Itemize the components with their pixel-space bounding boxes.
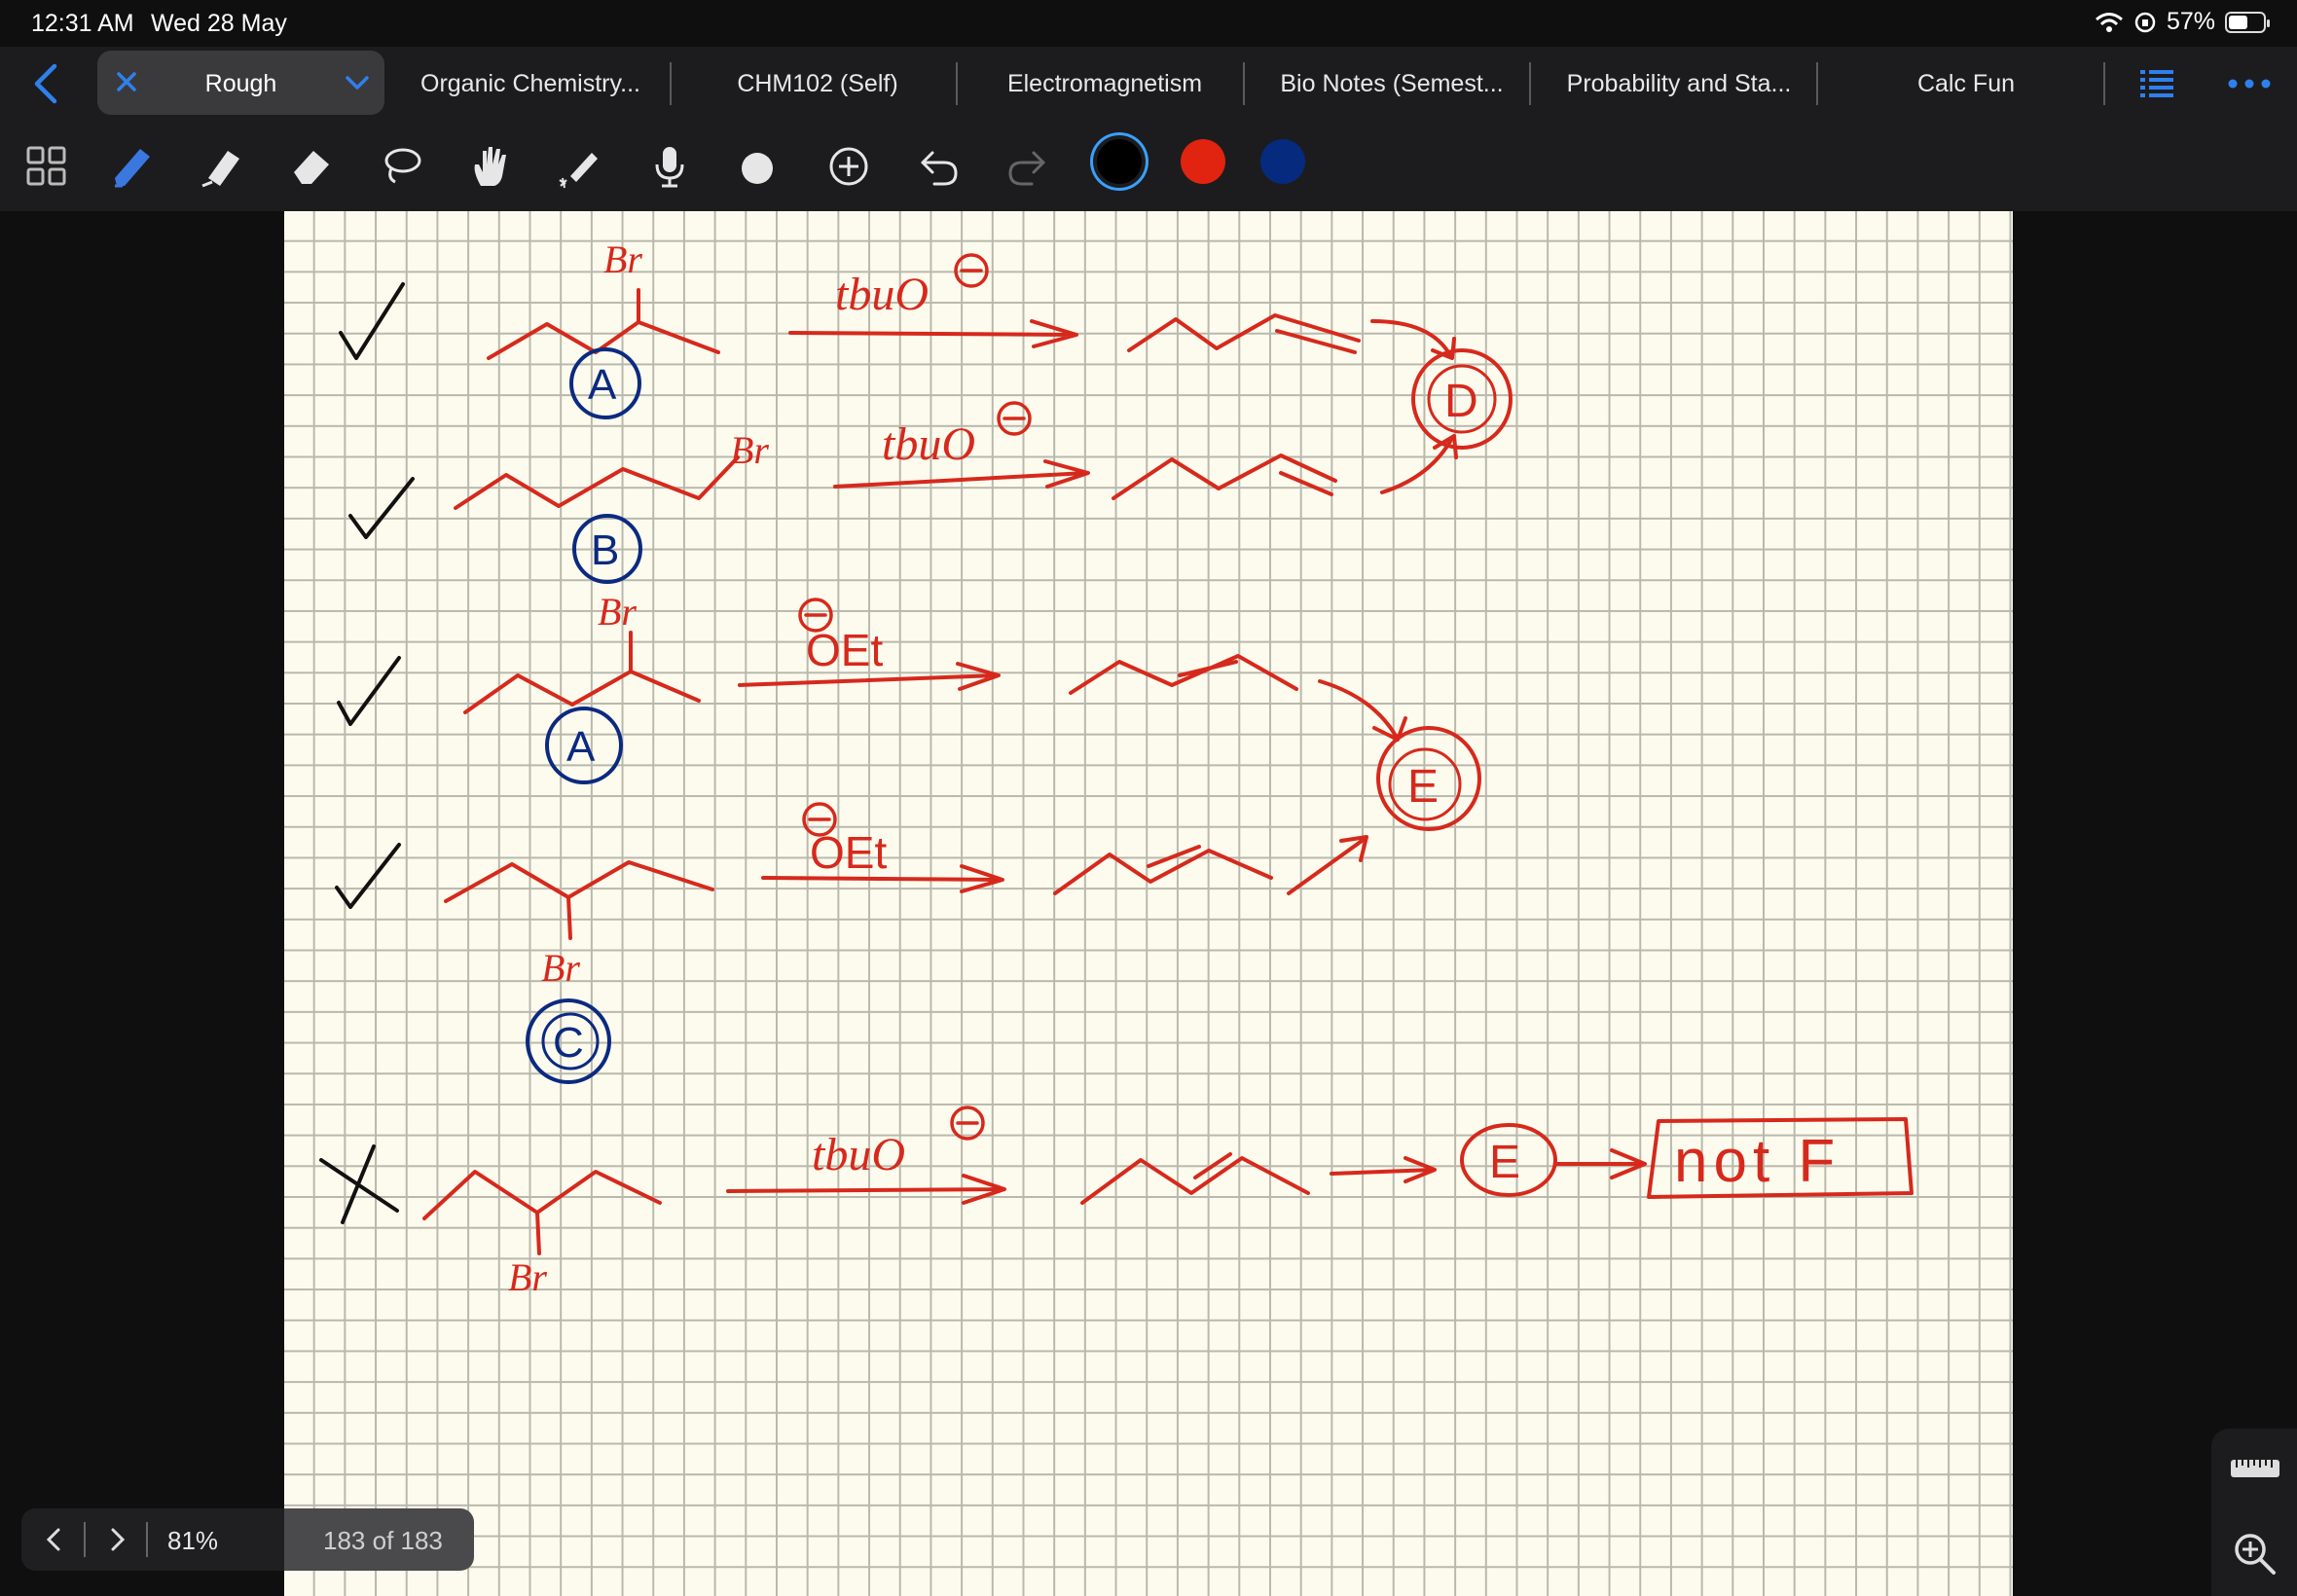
zoom-magnifier-icon[interactable]	[2231, 1530, 2278, 1577]
tab-active-rough[interactable]: Rough	[97, 51, 384, 115]
page-navigator: 81% 183 of 183	[21, 1508, 474, 1571]
status-time: 12:31 AM	[31, 10, 134, 37]
list-icon[interactable]	[2137, 64, 2176, 103]
highlighter-icon[interactable]	[199, 143, 245, 190]
tab-bio-notes[interactable]: Bio Notes (Semest...	[1263, 70, 1520, 98]
page-indicator[interactable]: 183 of 183	[323, 1526, 443, 1556]
more-icon[interactable]	[2227, 64, 2272, 103]
zoom-level[interactable]: 81%	[167, 1526, 218, 1556]
chevron-down-icon[interactable]	[344, 72, 371, 93]
lasso-icon[interactable]	[378, 143, 424, 190]
tab-probability[interactable]: Probability and Sta...	[1548, 70, 1810, 98]
previous-page-icon[interactable]	[39, 1524, 70, 1555]
status-right: 57%	[2095, 8, 2270, 36]
tab-separator	[1816, 62, 1818, 105]
tab-calc-fun[interactable]: Calc Fun	[1849, 70, 2083, 98]
add-icon[interactable]	[825, 143, 872, 190]
tab-separator	[670, 62, 672, 105]
tab-organic-chemistry[interactable]: Organic Chemistry...	[409, 70, 652, 98]
tab-separator	[1243, 62, 1245, 105]
status-date: Wed 28 May	[151, 10, 287, 37]
pager-divider	[84, 1522, 86, 1557]
battery-percent: 57%	[2166, 8, 2215, 35]
wifi-icon	[2095, 12, 2123, 32]
tab-separator	[956, 62, 958, 105]
shapes-icon[interactable]	[736, 143, 783, 190]
laser-pointer-icon[interactable]	[557, 143, 603, 190]
tab-chm102[interactable]: CHM102 (Self)	[693, 70, 942, 98]
eraser-icon[interactable]	[288, 143, 335, 190]
tab-electromagnetism[interactable]: Electromagnetism	[973, 70, 1236, 98]
color-swatch-black[interactable]	[1097, 139, 1142, 184]
pen-icon[interactable]	[109, 143, 156, 190]
pager-divider	[146, 1522, 148, 1557]
color-swatch-red[interactable]	[1181, 139, 1225, 184]
tab-separator	[2103, 62, 2105, 105]
ruler-icon[interactable]	[2229, 1454, 2281, 1483]
tool-bar	[0, 122, 2297, 211]
status-bar: 12:31 AM Wed 28 May 57%	[0, 0, 2297, 47]
tab-bar: Rough Organic Chemistry... CHM102 (Self)…	[0, 47, 2297, 122]
tab-separator	[1529, 62, 1531, 105]
color-swatch-blue[interactable]	[1260, 139, 1305, 184]
tab-active-label: Rough	[204, 70, 277, 97]
note-page[interactable]	[284, 211, 2013, 1596]
undo-icon[interactable]	[915, 143, 962, 190]
orientation-lock-icon	[2134, 12, 2156, 32]
grid-icon[interactable]	[23, 143, 70, 190]
hand-icon[interactable]	[467, 143, 514, 190]
microphone-icon[interactable]	[646, 143, 693, 190]
next-page-icon[interactable]	[101, 1524, 132, 1555]
redo-icon[interactable]	[1004, 143, 1051, 190]
side-tools	[2211, 1429, 2297, 1596]
battery-icon	[2225, 11, 2270, 33]
back-chevron-icon[interactable]	[25, 60, 68, 107]
